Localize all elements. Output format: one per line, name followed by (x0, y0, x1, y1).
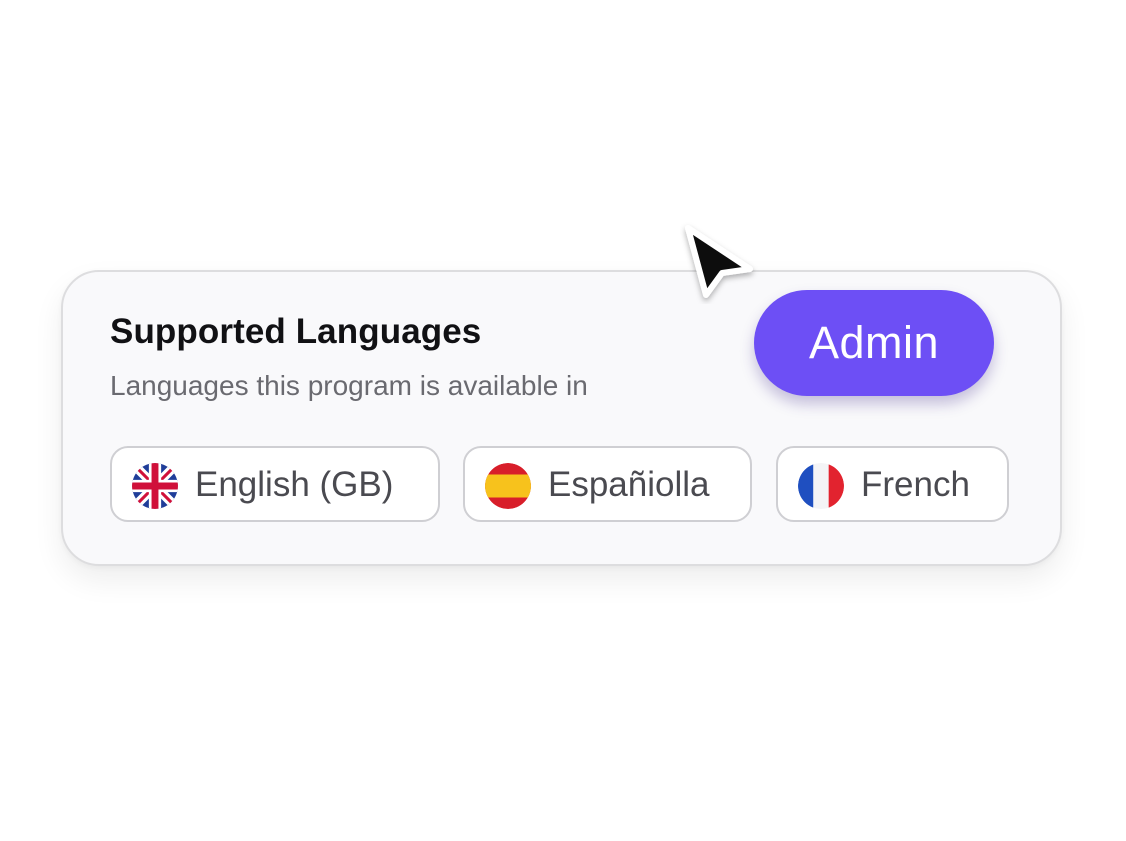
language-label: Españiolla (548, 465, 710, 504)
language-chip-spanish[interactable]: Españiolla (463, 446, 752, 522)
language-chip-french[interactable]: French (776, 446, 1009, 522)
uk-flag-icon (132, 463, 178, 509)
spain-flag-icon (485, 463, 531, 509)
supported-languages-card: Supported Languages Languages this progr… (61, 270, 1062, 566)
admin-button[interactable]: Admin (754, 290, 994, 396)
card-title: Supported Languages (110, 312, 482, 351)
language-label: French (861, 465, 970, 504)
card-subtitle: Languages this program is available in (110, 370, 588, 401)
mouse-pointer-icon (685, 225, 753, 298)
stage: Supported Languages Languages this progr… (0, 0, 1126, 841)
language-label: English (GB) (195, 465, 394, 504)
france-flag-icon (798, 463, 844, 509)
language-chip-english[interactable]: English (GB) (110, 446, 440, 522)
